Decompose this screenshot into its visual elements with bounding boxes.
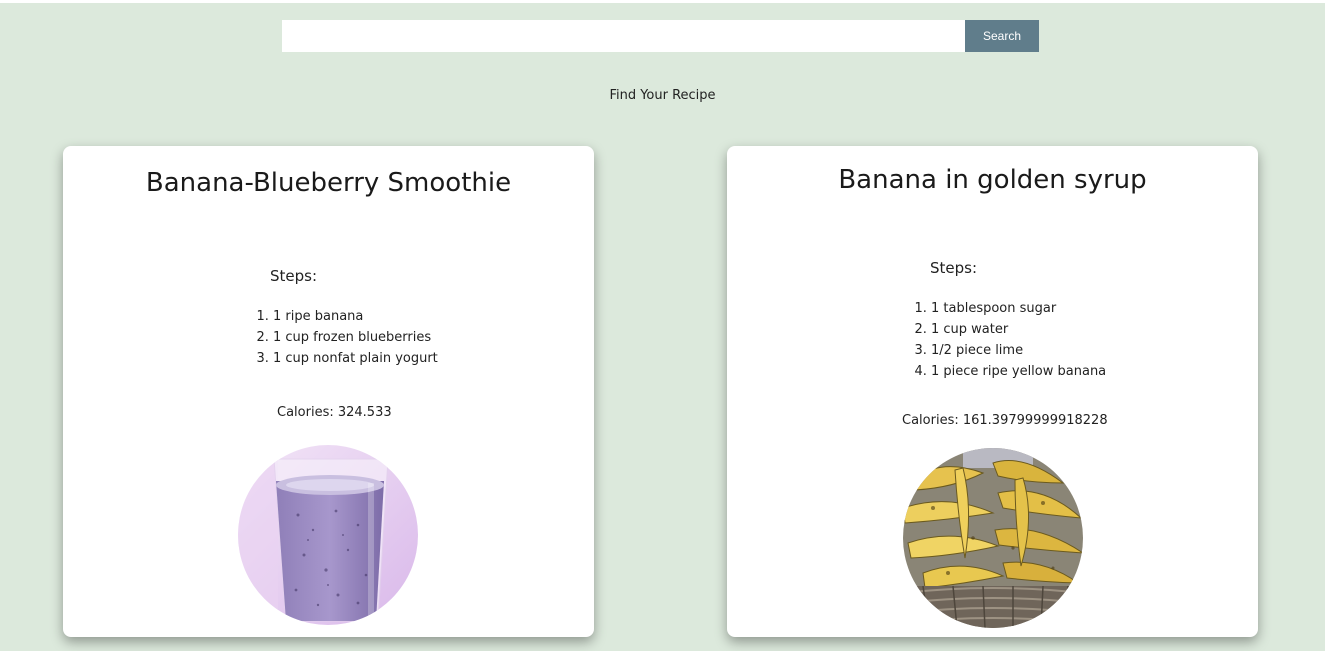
recipe-card: Banana-Blueberry Smoothie Steps: 1 ripe … (63, 146, 594, 637)
step-item: 1 tablespoon sugar (931, 298, 1106, 319)
smoothie-glass-photo (238, 445, 418, 625)
calories-label: Calories: (277, 405, 338, 420)
steps-label: Steps: (930, 259, 978, 277)
search-input[interactable] (282, 20, 965, 52)
calories-value: 161.39799999918228 (962, 413, 1108, 428)
steps-label: Steps: (270, 267, 318, 285)
recipe-title: Banana in golden syrup (838, 165, 1147, 195)
step-item: 1 cup water (931, 319, 1106, 340)
step-item: 1 piece ripe yellow banana (931, 361, 1106, 382)
search-button[interactable]: Search (965, 20, 1039, 52)
steps-list: 1 tablespoon sugar 1 cup water 1/2 piece… (913, 298, 1106, 382)
step-item: 1 cup nonfat plain yogurt (273, 348, 438, 369)
banana-basket-photo (903, 448, 1083, 628)
step-item: 1 ripe banana (273, 306, 438, 327)
calories-label: Calories: (902, 413, 963, 428)
recipe-card: Banana in golden syrup Steps: 1 tablespo… (727, 146, 1258, 637)
search-bar: Search (282, 20, 1039, 52)
calories-text: Calories: 161.39799999918228 (902, 413, 1108, 428)
step-item: 1 cup frozen blueberries (273, 327, 438, 348)
page-background: Search Find Your Recipe Banana-Blueberry… (0, 3, 1325, 651)
step-item: 1/2 piece lime (931, 340, 1106, 361)
page-tagline: Find Your Recipe (609, 88, 716, 103)
calories-value: 324.533 (337, 405, 392, 420)
steps-list: 1 ripe banana 1 cup frozen blueberries 1… (255, 306, 438, 369)
recipe-title: Banana-Blueberry Smoothie (145, 168, 512, 198)
calories-text: Calories: 324.533 (277, 405, 392, 420)
